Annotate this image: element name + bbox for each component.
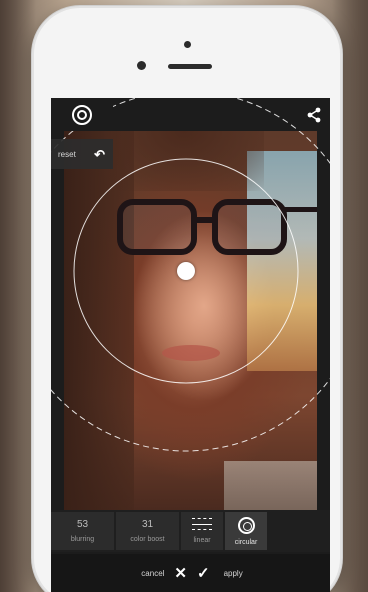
linear-label: linear <box>193 537 211 544</box>
target-icon <box>72 104 92 125</box>
background-edge-left <box>0 0 36 592</box>
blurring-slider-button[interactable]: 53 blurring <box>51 512 114 550</box>
front-sensor <box>184 41 191 48</box>
tool-strip: 53 blurring 31 color boost linear circul… <box>51 510 330 552</box>
photo-lips <box>162 345 220 361</box>
blurring-label: blurring <box>70 536 95 543</box>
glasses-right-lens <box>212 199 287 255</box>
focus-center-handle[interactable] <box>177 262 195 280</box>
glasses-left-lens <box>117 199 197 255</box>
reset-button[interactable]: reset ↶ <box>51 139 113 169</box>
app-screen: reset ↶ 53 blurring 31 color boost linea… <box>51 98 330 592</box>
linear-icon <box>192 518 212 530</box>
glasses-arm <box>284 207 317 212</box>
earpiece-speaker <box>168 64 212 69</box>
color-boost-slider-button[interactable]: 31 color boost <box>116 512 179 550</box>
share-button[interactable] <box>298 98 330 131</box>
undo-arrow-icon: ↶ <box>94 146 105 162</box>
front-camera <box>137 61 146 70</box>
circular-label: circular <box>234 538 258 546</box>
apply-button[interactable]: ✓ apply <box>191 558 271 588</box>
apply-label: apply <box>223 568 243 578</box>
cancel-button[interactable]: cancel ✕ <box>107 558 187 588</box>
close-icon: ✕ <box>174 564 187 582</box>
reset-label: reset <box>58 149 76 159</box>
share-icon <box>307 107 321 122</box>
blurring-value: 53 <box>76 519 89 530</box>
color-boost-value: 31 <box>141 519 154 530</box>
check-icon: ✓ <box>197 564 210 582</box>
photo-scarf <box>224 461 317 510</box>
circular-icon <box>237 516 255 534</box>
action-bar: cancel ✕ ✓ apply <box>51 554 330 592</box>
focus-mode-button[interactable] <box>51 98 113 131</box>
cancel-label: cancel <box>141 568 165 578</box>
circular-mode-button[interactable]: circular <box>225 512 267 550</box>
linear-mode-button[interactable]: linear <box>181 512 223 550</box>
photo-hair-top <box>104 131 264 191</box>
photo-canvas[interactable] <box>64 131 317 510</box>
color-boost-label: color boost <box>130 536 165 543</box>
